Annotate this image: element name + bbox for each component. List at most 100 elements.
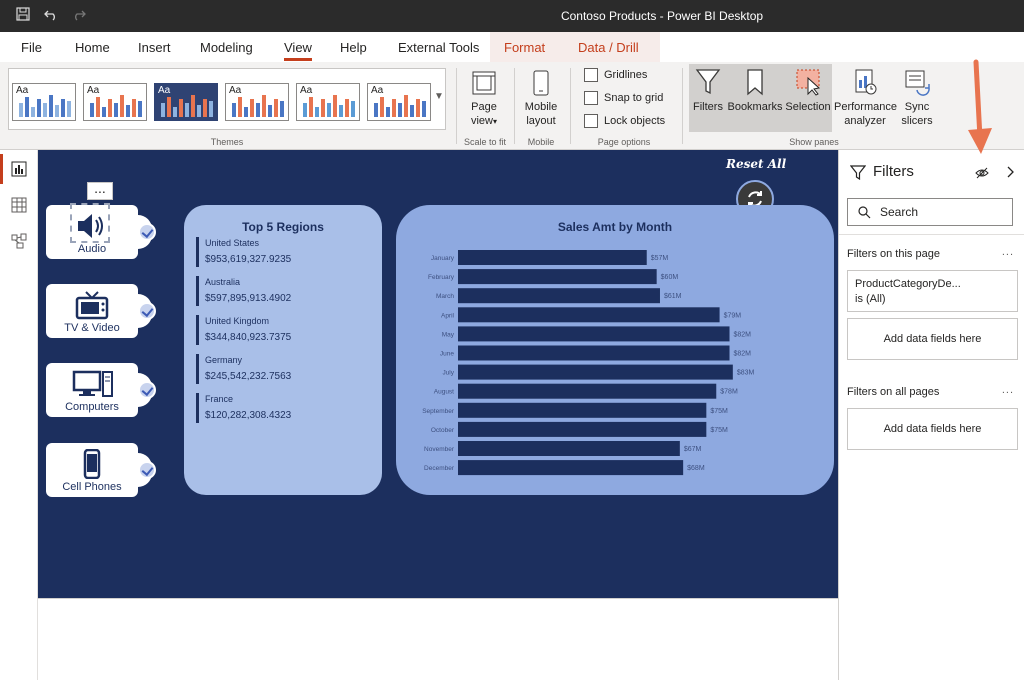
filters-all-pages-more-button[interactable]: ... <box>1002 384 1014 396</box>
scale-group-label: Scale to fit <box>463 137 507 147</box>
region-value: $597,895,913.4902 <box>205 293 292 304</box>
themes-expand-icon[interactable]: ▼ <box>434 91 444 102</box>
tab-home[interactable]: Home <box>75 40 110 55</box>
tab-file[interactable]: File <box>21 40 42 55</box>
page-view-line2: view <box>470 115 493 127</box>
mobile-layout-button[interactable]: Mobile layout <box>518 70 564 128</box>
slicer-tv-video-button[interactable]: TV & Video <box>46 284 156 338</box>
page-view-button[interactable]: Page view▾ <box>462 70 506 129</box>
theme-sample-text: Aa <box>16 85 29 96</box>
themes-group-label: Themes <box>210 137 244 147</box>
add-page-data-fields-well[interactable]: Add data fields here <box>847 318 1018 360</box>
check-icon <box>138 302 156 320</box>
data-view-icon[interactable] <box>11 197 27 213</box>
data-label: $68M <box>687 465 705 472</box>
theme-option-selected[interactable]: Aa <box>154 83 218 121</box>
theme-option[interactable]: Aa <box>225 83 289 121</box>
tab-modeling[interactable]: Modeling <box>200 40 253 55</box>
bar[interactable] <box>458 364 733 380</box>
y-tick-label: July <box>442 370 454 377</box>
lock-objects-checkbox[interactable]: Lock objects <box>584 114 665 128</box>
data-label: $83M <box>737 370 755 377</box>
tab-view[interactable]: View <box>284 40 312 61</box>
bar[interactable] <box>458 307 720 323</box>
tab-data-drill[interactable]: Data / Drill <box>578 40 639 55</box>
theme-option[interactable]: Aa <box>296 83 360 121</box>
hide-pane-eye-icon[interactable] <box>975 166 989 180</box>
page-options-group-label: Page options <box>597 137 651 147</box>
region-item: United Kingdom $344,840,923.7375 <box>196 315 291 345</box>
slicer-computers-button[interactable]: Computers <box>46 363 156 417</box>
filters-on-page-label: Filters on this page <box>847 248 940 260</box>
visual-more-options-button[interactable]: ... <box>87 181 113 200</box>
collapse-pane-chevron-icon[interactable] <box>1005 165 1015 179</box>
bar[interactable] <box>458 288 660 304</box>
performance-analyzer-icon <box>855 69 877 95</box>
bar[interactable] <box>458 345 730 361</box>
bar[interactable] <box>458 326 730 342</box>
data-label: $78M <box>720 389 738 396</box>
gridlines-checkbox[interactable]: Gridlines <box>584 68 647 82</box>
bar[interactable] <box>458 250 647 265</box>
sales-by-month-card[interactable]: Sales Amt by Month January $57M February $6… <box>396 205 834 495</box>
region-name: United Kingdom <box>205 316 270 326</box>
tab-help[interactable]: Help <box>340 40 367 55</box>
bar[interactable] <box>458 460 684 476</box>
tab-format[interactable]: Format <box>504 40 545 55</box>
add-all-pages-data-fields-well[interactable]: Add data fields here <box>847 408 1018 450</box>
bar[interactable] <box>458 441 680 456</box>
search-icon <box>858 206 871 219</box>
model-view-icon[interactable] <box>11 233 27 249</box>
region-value: $120,282,308.4323 <box>205 410 292 421</box>
theme-option[interactable]: Aa <box>83 83 147 121</box>
theme-sample-text: Aa <box>229 85 242 96</box>
filters-search-input[interactable]: Search <box>847 198 1013 226</box>
region-value: $344,840,923.7375 <box>205 332 292 343</box>
tv-icon <box>46 290 138 320</box>
filters-all-pages-label: Filters on all pages <box>847 386 940 398</box>
top-regions-card[interactable]: Top 5 Regions United States $953,619,327… <box>184 205 382 495</box>
theme-option[interactable]: Aa <box>12 83 76 121</box>
filters-pane-title: Filters <box>873 163 914 180</box>
selection-button-label: Selection <box>785 101 831 113</box>
bar[interactable] <box>458 269 657 285</box>
slicer-cell-phones-button[interactable]: Cell Phones <box>46 443 156 497</box>
region-name: Germany <box>205 355 243 365</box>
data-label: $75M <box>710 427 728 434</box>
data-label: $82M <box>734 331 752 338</box>
lock-objects-label: Lock objects <box>604 114 666 127</box>
bar[interactable] <box>458 383 717 399</box>
y-tick-label: December <box>424 465 455 472</box>
snap-to-grid-label: Snap to grid <box>604 91 664 104</box>
tab-insert[interactable]: Insert <box>138 40 171 55</box>
report-view-icon[interactable] <box>11 161 27 177</box>
theme-sample-text: Aa <box>371 85 384 96</box>
y-tick-label: January <box>431 255 455 262</box>
filters-pane-button[interactable]: Filters <box>690 68 726 114</box>
filter-card-product-category[interactable]: ProductCategoryDe... is (All) <box>847 270 1018 312</box>
bookmark-icon <box>747 69 763 96</box>
selection-pane-button[interactable]: Selection <box>784 68 832 114</box>
filters-on-page-more-button[interactable]: ... <box>1002 246 1014 258</box>
sync-line2: slicers <box>901 115 933 127</box>
snap-to-grid-checkbox[interactable]: Snap to grid <box>584 91 663 105</box>
bar[interactable] <box>458 402 707 418</box>
page-view-icon <box>472 71 496 95</box>
performance-line1: Performance <box>834 101 897 113</box>
y-tick-label: April <box>441 312 455 319</box>
region-name: France <box>205 394 234 404</box>
selection-icon <box>796 69 821 96</box>
sync-slicers-button[interactable]: Sync slicers <box>896 68 938 128</box>
bookmarks-pane-button[interactable]: Bookmarks <box>726 68 784 114</box>
region-item: France $120,282,308.4323 <box>196 393 291 423</box>
ribbon: Aa Aa Aa Aa Aa Aa ▼ Themes Page view▾ Sc… <box>0 62 1024 150</box>
performance-analyzer-button[interactable]: Performance analyzer <box>834 68 897 128</box>
bar[interactable] <box>458 421 707 437</box>
slicer-audio-label: Audio <box>77 243 107 255</box>
theme-option[interactable]: Aa <box>367 83 431 121</box>
y-tick-label: November <box>424 446 455 453</box>
sync-slicers-icon <box>905 70 930 96</box>
tab-external-tools[interactable]: External Tools <box>398 40 479 55</box>
filter-field-name: ProductCategoryDe... <box>855 278 961 290</box>
theme-sample-text: Aa <box>300 85 313 96</box>
